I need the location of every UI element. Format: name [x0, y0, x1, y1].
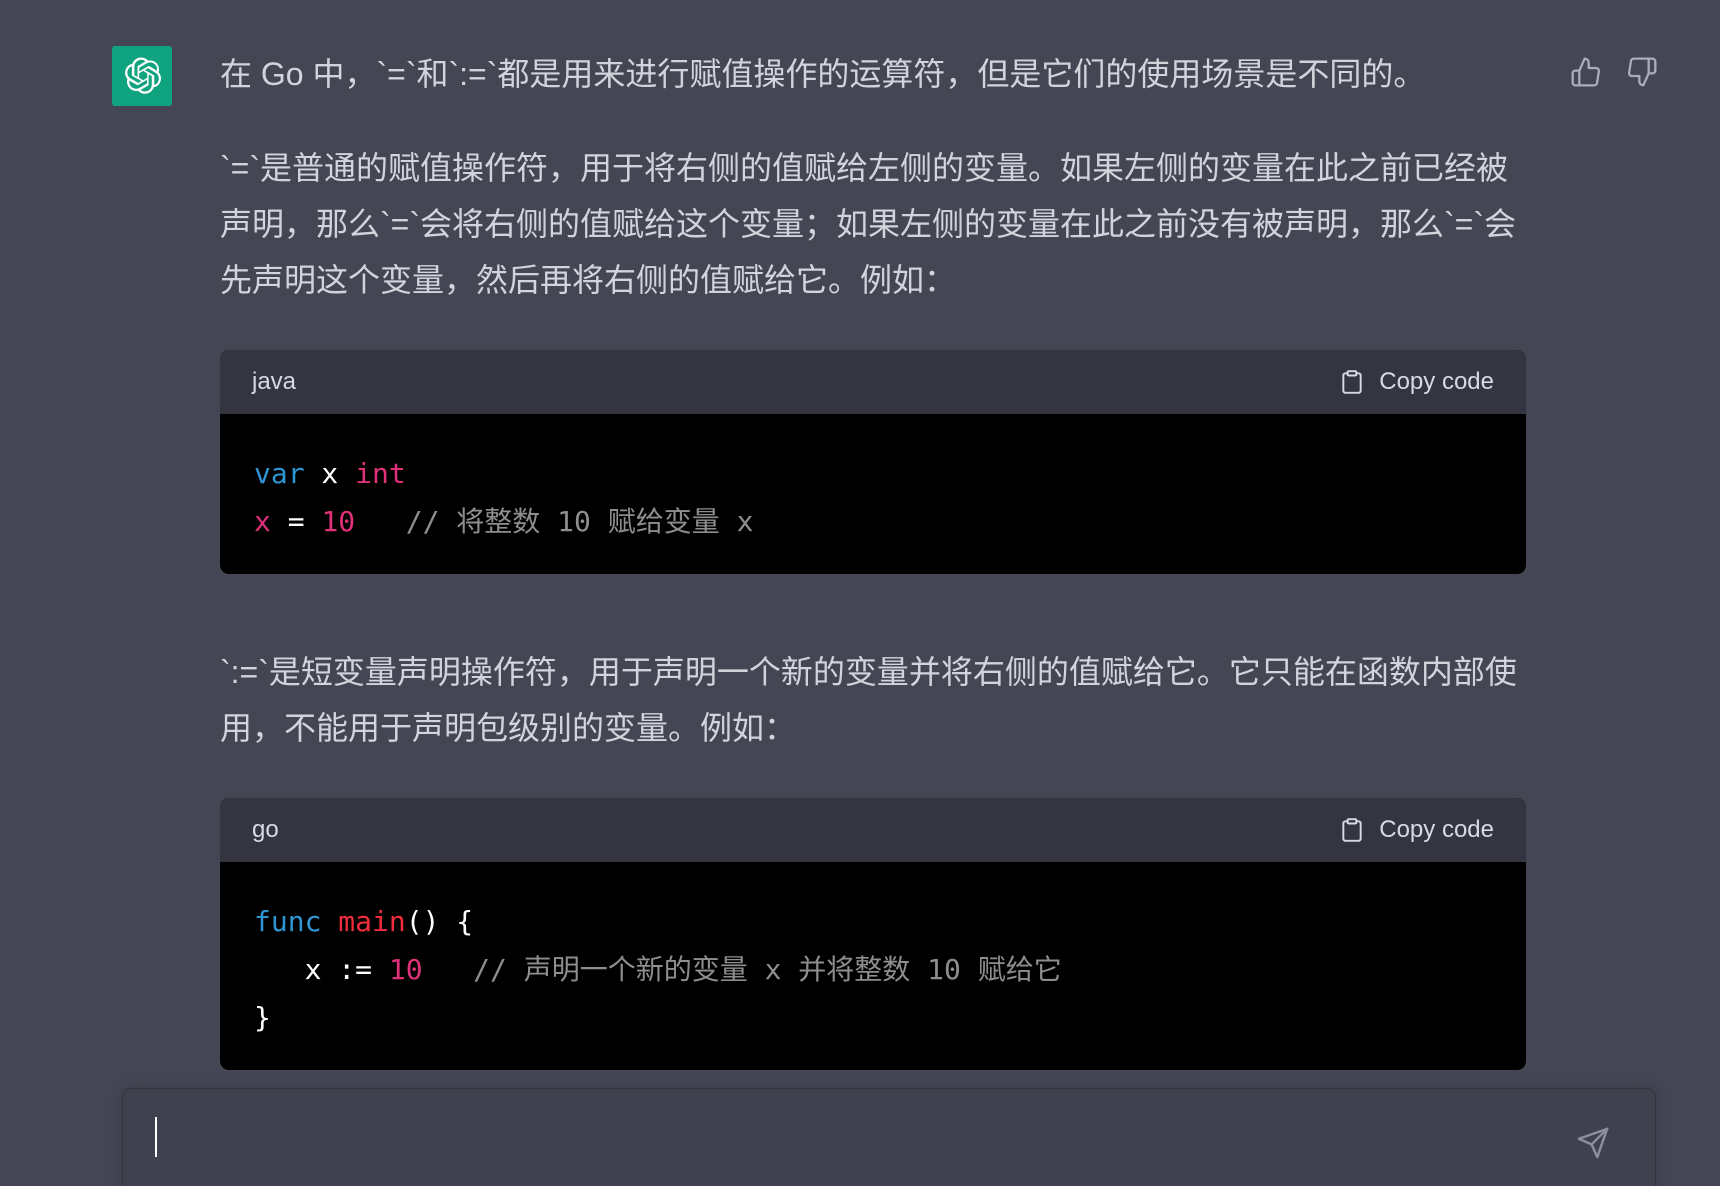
- code-operator: =: [270, 505, 322, 538]
- code-text: }: [254, 1001, 271, 1034]
- code-keyword: var: [254, 457, 305, 490]
- code-function: main: [321, 905, 406, 938]
- chat-page: 在 Go 中，`=`和`:=`都是用来进行赋值操作的运算符，但是它们的使用场景是…: [0, 0, 1720, 1186]
- chat-input-box[interactable]: [122, 1088, 1656, 1186]
- send-icon: [1577, 1127, 1609, 1159]
- clipboard-icon: [1342, 370, 1362, 394]
- code-text: x :=: [254, 953, 389, 986]
- code-comment: // 将整数 10 赋给变量 x: [355, 505, 754, 538]
- code-content: func main() { x := 10 // 声明一个新的变量 x 并将整数…: [220, 862, 1526, 1070]
- copy-code-label: Copy code: [1379, 816, 1494, 843]
- code-content: var x int x = 10 // 将整数 10 赋给变量 x: [220, 414, 1526, 574]
- thumbs-down-icon: [1627, 57, 1657, 87]
- thumbs-up-button[interactable]: [1566, 52, 1606, 92]
- code-variable: x: [254, 505, 271, 538]
- code-block-header: java Copy code: [220, 350, 1526, 414]
- code-number: 10: [321, 505, 356, 538]
- message-paragraph: 在 Go 中，`=`和`:=`都是用来进行赋值操作的运算符，但是它们的使用场景是…: [220, 56, 1426, 92]
- copy-code-label: Copy code: [1379, 368, 1494, 395]
- message-paragraph: `=`是普通的赋值操作符，用于将右侧的值赋给左侧的变量。如果左侧的变量在此之前已…: [220, 150, 1517, 298]
- code-keyword: func: [254, 905, 322, 938]
- text-caret: [155, 1117, 157, 1157]
- code-language-label: go: [252, 816, 279, 843]
- send-button[interactable]: [1575, 1125, 1611, 1161]
- code-block-header: go Copy code: [220, 798, 1526, 862]
- message-paragraph: `:=`是短变量声明操作符，用于声明一个新的变量并将右侧的值赋给它。它只能在函数…: [220, 654, 1517, 746]
- code-number: 10: [388, 953, 423, 986]
- code-comment: // 声明一个新的变量 x 并将整数 10 赋给它: [422, 953, 1062, 986]
- code-language-label: java: [252, 368, 297, 395]
- code-type: int: [355, 457, 406, 490]
- clipboard-icon: [1342, 818, 1362, 842]
- copy-code-button[interactable]: Copy code: [1339, 815, 1494, 845]
- thumbs-up-icon: [1571, 57, 1601, 87]
- code-text: () {: [405, 905, 474, 938]
- assistant-avatar: [112, 46, 172, 106]
- openai-logo-icon: [125, 57, 161, 94]
- code-text: x: [304, 457, 356, 490]
- thumbs-down-button[interactable]: [1622, 52, 1662, 92]
- code-block: java Copy code var x int x = 10 // 将整数 1…: [220, 350, 1526, 574]
- copy-code-button[interactable]: Copy code: [1339, 367, 1494, 397]
- feedback-controls: [1420, 52, 1720, 92]
- code-block: go Copy code func main() { x := 10 // 声明…: [220, 798, 1526, 1070]
